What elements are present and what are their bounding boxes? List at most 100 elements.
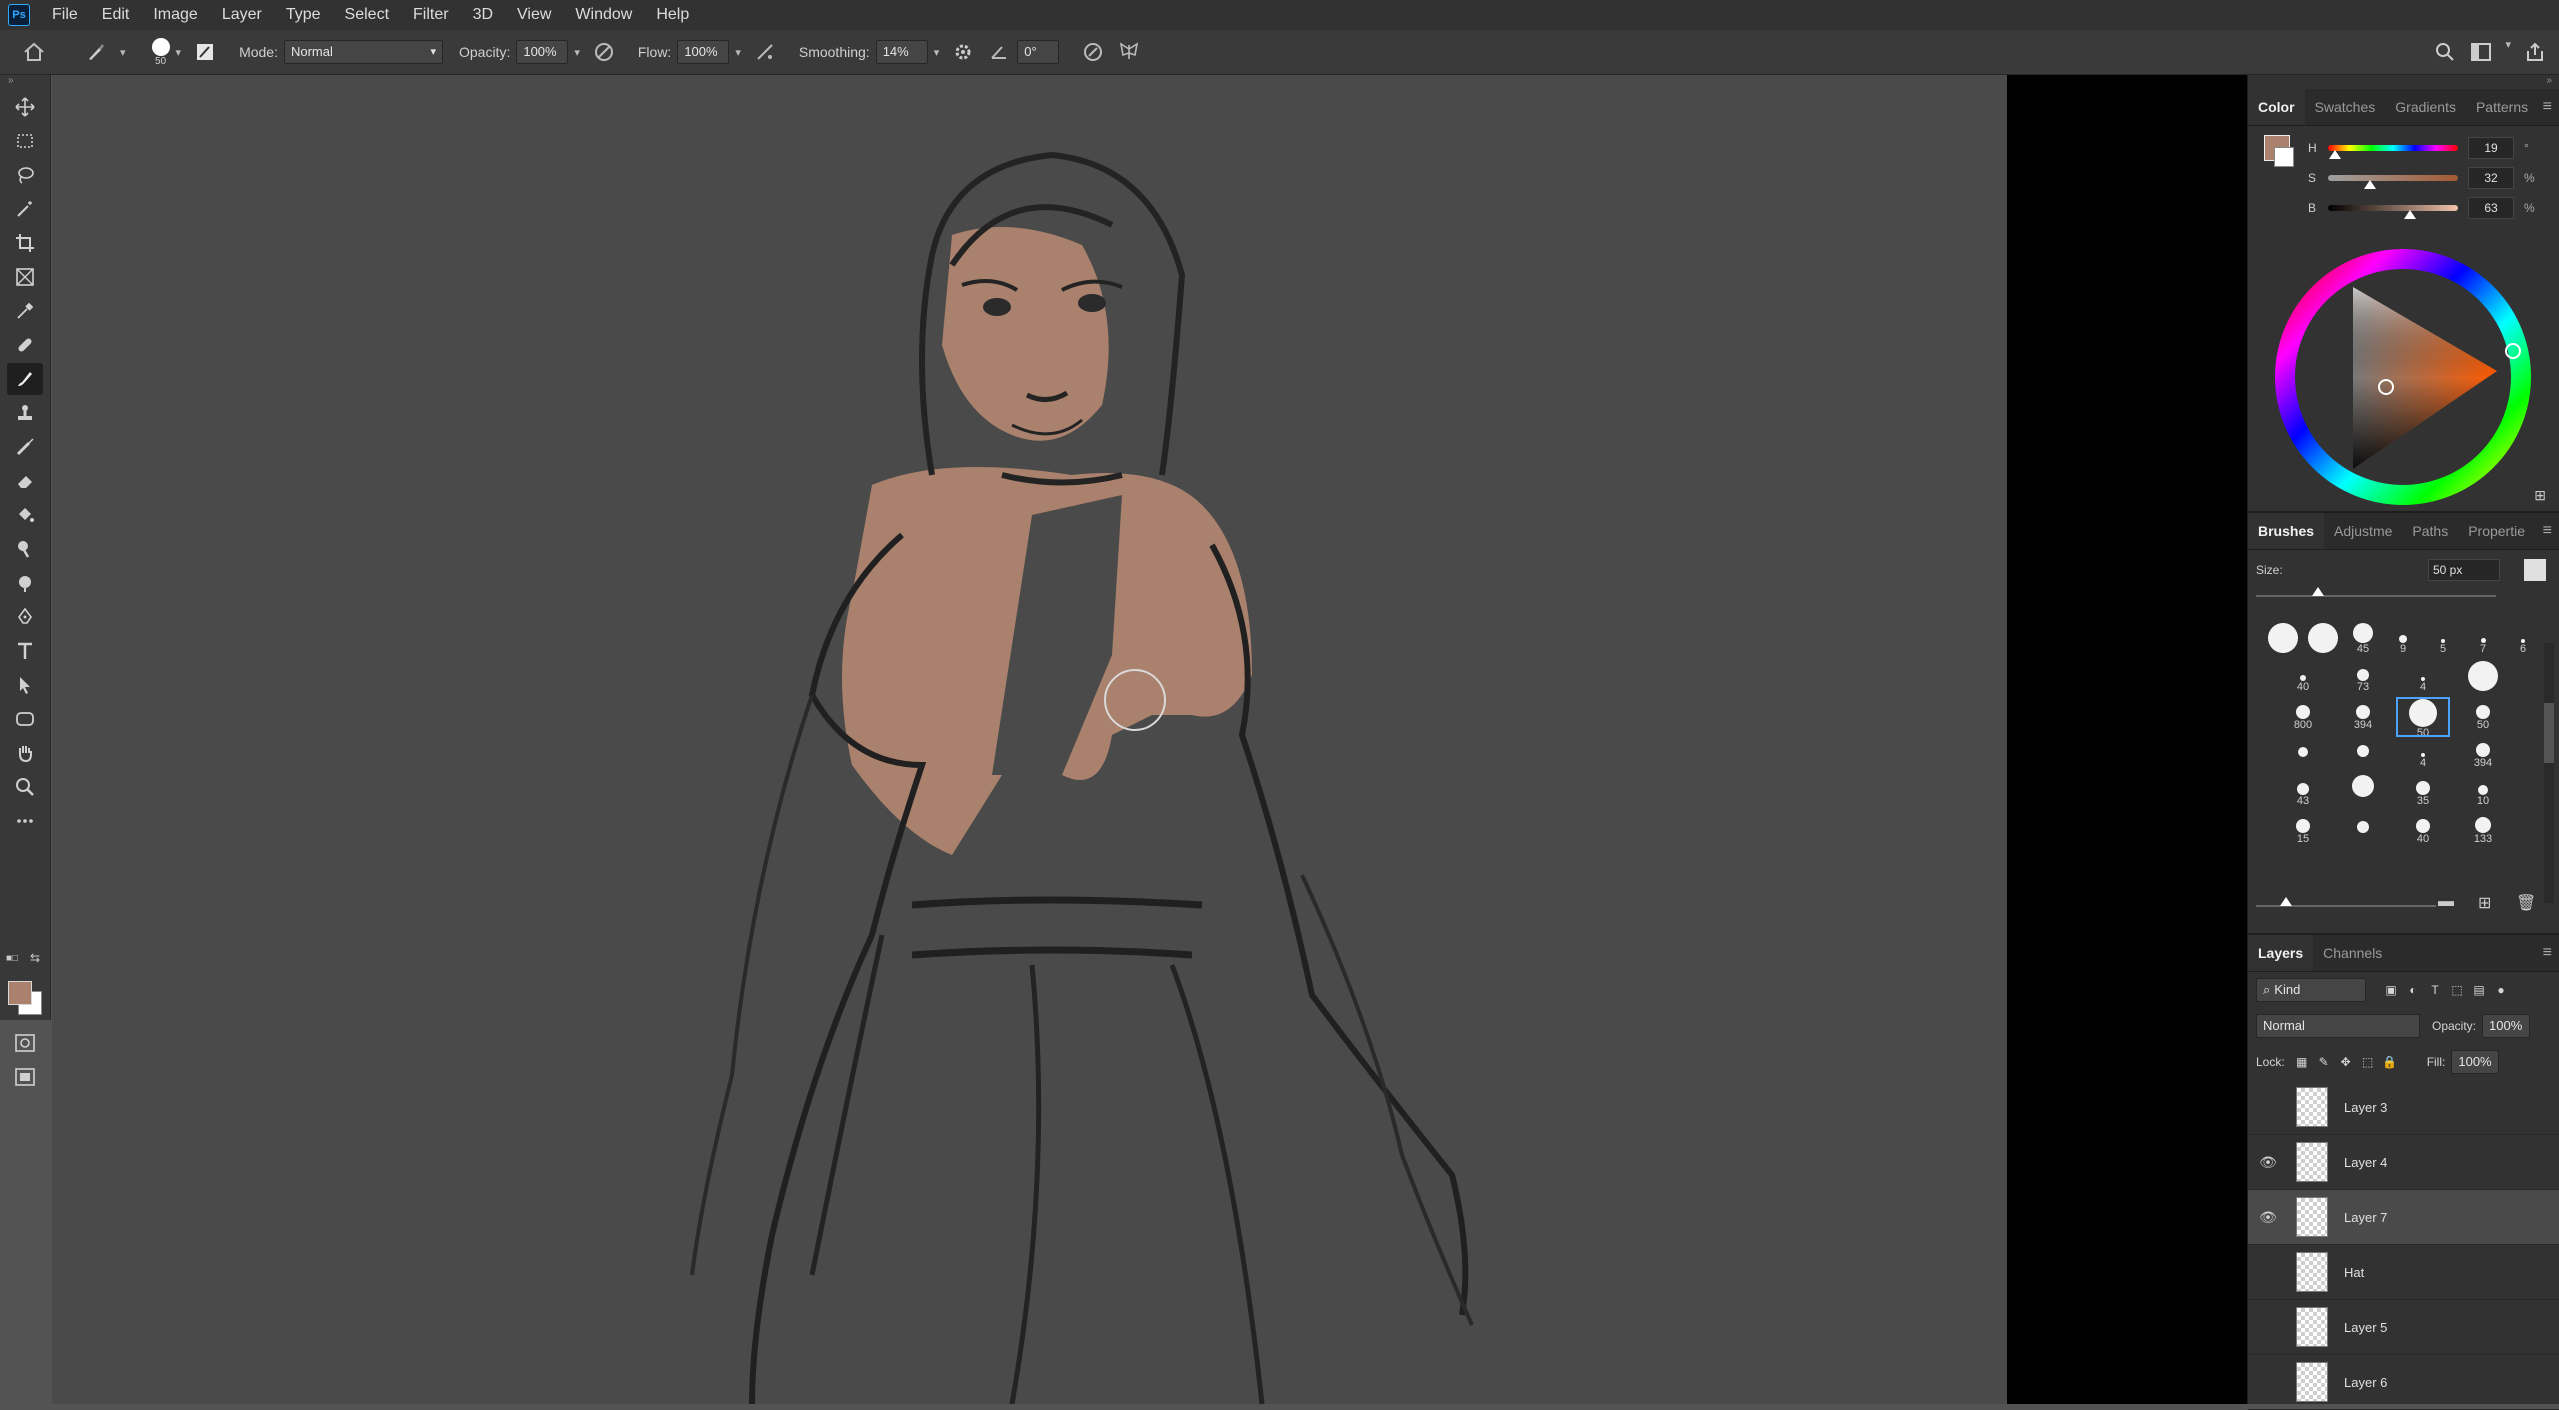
brush-preset[interactable]: 800 xyxy=(2278,699,2328,735)
lock-position-icon[interactable]: ✥ xyxy=(2335,1051,2357,1073)
filter-shape-icon[interactable]: ⬚ xyxy=(2446,979,2468,1001)
filter-pixel-icon[interactable]: ▣ xyxy=(2380,979,2402,1001)
brush-preset[interactable]: 50 xyxy=(2396,697,2450,739)
eyedropper-icon[interactable] xyxy=(7,295,43,327)
mode-select[interactable]: Normal ▾ xyxy=(283,40,443,64)
saturation-slider-thumb[interactable] xyxy=(2363,180,2376,189)
brushes-scroll-thumb[interactable] xyxy=(2544,703,2554,763)
brush-preset[interactable]: 4 xyxy=(2398,737,2448,773)
layer-row[interactable]: 👁 Layer 7 xyxy=(2248,1190,2559,1245)
brush-preset[interactable]: 4 xyxy=(2398,661,2448,697)
path-selection-icon[interactable] xyxy=(7,669,43,701)
tab-gradients[interactable]: Gradients xyxy=(2385,89,2466,125)
menu-3d[interactable]: 3D xyxy=(461,0,505,30)
brightness-slider[interactable] xyxy=(2328,205,2458,219)
clone-stamp-icon[interactable] xyxy=(7,397,43,429)
menu-image[interactable]: Image xyxy=(141,0,209,30)
collapse-arrows-icon[interactable]: » xyxy=(0,75,50,89)
filter-smart-object-icon[interactable]: ▤ xyxy=(2468,979,2490,1001)
chevron-down-icon[interactable]: ▾ xyxy=(574,46,580,59)
trash-icon[interactable]: 🗑 xyxy=(2516,893,2536,913)
brush-preset[interactable]: 10 xyxy=(2458,775,2508,811)
brush-settings-panel-icon[interactable] xyxy=(191,38,219,66)
brush-preset[interactable]: 50 xyxy=(2458,699,2508,735)
layer-name[interactable]: Layer 5 xyxy=(2344,1320,2387,1335)
layer-name[interactable]: Layer 4 xyxy=(2344,1155,2387,1170)
dodge-icon[interactable] xyxy=(7,567,43,599)
more-tools-icon[interactable] xyxy=(7,805,43,837)
folder-icon[interactable]: ▬ xyxy=(2438,893,2454,911)
brush-preset[interactable] xyxy=(2338,813,2388,849)
saturation-value-field[interactable]: 32 xyxy=(2468,167,2514,189)
panel-menu-icon[interactable]: ≡ xyxy=(2543,522,2552,540)
opacity-field[interactable]: 100% xyxy=(516,40,569,64)
tab-paths[interactable]: Paths xyxy=(2402,513,2458,549)
pressure-size-icon[interactable] xyxy=(1079,38,1107,66)
airbrush-icon[interactable] xyxy=(751,38,779,66)
type-icon[interactable] xyxy=(7,635,43,667)
brush-size-field[interactable]: 50 px xyxy=(2428,559,2500,581)
symmetry-butterfly-icon[interactable] xyxy=(1115,38,1143,66)
pen-icon[interactable] xyxy=(7,601,43,633)
tab-channels[interactable]: Channels xyxy=(2313,935,2392,971)
photoshop-logo[interactable]: Ps xyxy=(8,4,30,26)
tab-swatches[interactable]: Swatches xyxy=(2305,89,2386,125)
brush-size-thumb[interactable] xyxy=(2312,587,2324,596)
saturation-slider[interactable] xyxy=(2328,175,2458,189)
menu-select[interactable]: Select xyxy=(333,0,401,30)
brush-preset[interactable] xyxy=(2458,661,2508,697)
brush-preset[interactable]: 40 xyxy=(2278,661,2328,697)
crop-icon[interactable] xyxy=(7,227,43,259)
menu-window[interactable]: Window xyxy=(563,0,644,30)
healing-brush-icon[interactable] xyxy=(7,329,43,361)
layer-row[interactable]: Layer 5 xyxy=(2248,1300,2559,1355)
smudge-icon[interactable] xyxy=(7,533,43,565)
tab-brushes[interactable]: Brushes xyxy=(2248,513,2325,549)
menu-view[interactable]: View xyxy=(505,0,563,30)
move-tool-icon[interactable] xyxy=(7,91,43,123)
lock-all-icon[interactable]: 🔒 xyxy=(2379,1051,2401,1073)
brush-preset[interactable]: 133 xyxy=(2458,813,2508,849)
magic-wand-icon[interactable] xyxy=(7,193,43,225)
smoothing-options-gear-icon[interactable] xyxy=(949,38,977,66)
swap-colors-icon[interactable]: ⇆ xyxy=(30,951,40,965)
layer-row[interactable]: Layer 3 xyxy=(2248,1080,2559,1135)
brush-preset[interactable]: 394 xyxy=(2458,737,2508,773)
layer-name[interactable]: Hat xyxy=(2344,1265,2364,1280)
chevron-down-icon[interactable]: ▾ xyxy=(120,46,126,59)
filter-kind-select[interactable]: ⌕ Kind xyxy=(2256,978,2366,1002)
screen-mode-icon[interactable] xyxy=(7,1061,43,1093)
brush-preset[interactable]: 40 xyxy=(2398,813,2448,849)
layer-thumbnail[interactable] xyxy=(2296,1252,2328,1292)
menu-file[interactable]: File xyxy=(40,0,90,30)
layer-thumbnail[interactable] xyxy=(2296,1307,2328,1347)
rectangular-marquee-icon[interactable] xyxy=(7,125,43,157)
brightness-value-field[interactable]: 63 xyxy=(2468,197,2514,219)
brightness-slider-thumb[interactable] xyxy=(2403,210,2416,219)
history-brush-icon[interactable] xyxy=(7,431,43,463)
filter-adjustment-icon[interactable]: ◐ xyxy=(2402,979,2424,1001)
blend-mode-select[interactable]: Normal xyxy=(2256,1014,2420,1038)
menu-type[interactable]: Type xyxy=(274,0,333,30)
layer-name[interactable]: Layer 7 xyxy=(2344,1210,2387,1225)
new-preset-icon[interactable]: ⊞ xyxy=(2478,893,2491,913)
brushes-scrollbar[interactable] xyxy=(2544,643,2554,903)
brush-preset[interactable]: 73 xyxy=(2338,661,2388,697)
visibility-eye-icon[interactable]: 👁 xyxy=(2258,1154,2278,1171)
fill-field[interactable]: 100% xyxy=(2451,1050,2500,1074)
tab-properties[interactable]: Propertie xyxy=(2458,513,2535,549)
menu-layer[interactable]: Layer xyxy=(210,0,274,30)
smoothing-field[interactable]: 14% xyxy=(875,40,928,64)
filter-type-icon[interactable]: T xyxy=(2424,979,2446,1001)
search-icon[interactable] xyxy=(2431,38,2459,66)
home-icon[interactable] xyxy=(20,38,48,66)
foreground-color-swatch[interactable] xyxy=(8,981,32,1005)
brush-preset[interactable]: 43 xyxy=(2278,775,2328,811)
layer-row[interactable]: Hat xyxy=(2248,1245,2559,1300)
rectangle-shape-icon[interactable] xyxy=(7,703,43,735)
brush-preset-picker[interactable]: 50 xyxy=(151,37,170,67)
filter-toggle-icon[interactable]: ● xyxy=(2490,979,2512,1001)
preview-size-slider[interactable] xyxy=(2256,897,2436,907)
hue-value-field[interactable]: 19 xyxy=(2468,137,2514,159)
brush-preset[interactable] xyxy=(2338,775,2388,811)
